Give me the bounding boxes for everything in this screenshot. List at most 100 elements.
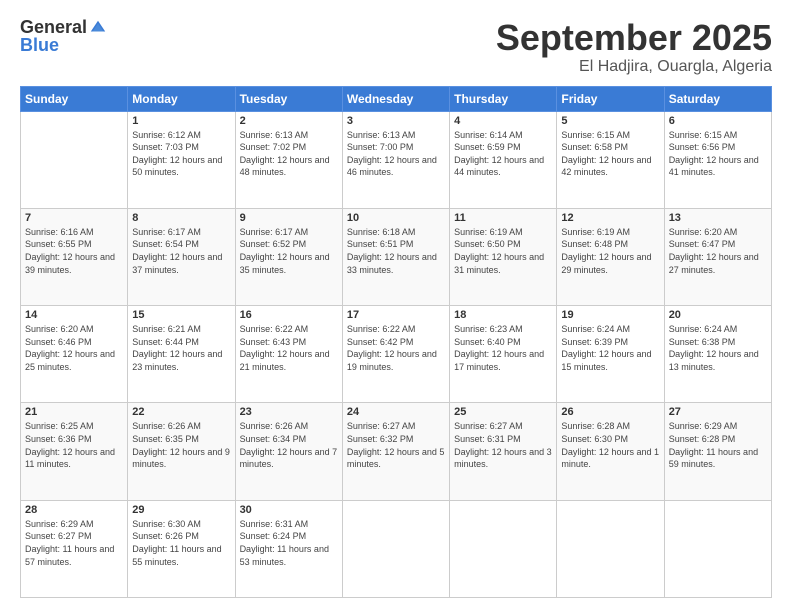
day-info: Sunrise: 6:22 AMSunset: 6:43 PMDaylight:…	[240, 323, 338, 373]
calendar-week-row: 14 Sunrise: 6:20 AMSunset: 6:46 PMDayligh…	[21, 306, 772, 403]
calendar-cell: 26 Sunrise: 6:28 AMSunset: 6:30 PMDayligh…	[557, 403, 664, 500]
calendar-cell	[557, 500, 664, 597]
top-section: General Blue September 2025 El Hadjira, …	[20, 18, 772, 76]
day-number: 16	[240, 309, 338, 321]
calendar-cell: 29 Sunrise: 6:30 AMSunset: 6:26 PMDayligh…	[128, 500, 235, 597]
calendar-cell: 9 Sunrise: 6:17 AMSunset: 6:52 PMDaylight…	[235, 208, 342, 305]
day-number: 27	[669, 406, 767, 418]
calendar-cell	[664, 500, 771, 597]
day-info: Sunrise: 6:12 AMSunset: 7:03 PMDaylight:…	[132, 129, 230, 179]
day-number: 13	[669, 212, 767, 224]
day-info: Sunrise: 6:30 AMSunset: 6:26 PMDaylight:…	[132, 518, 230, 568]
day-info: Sunrise: 6:24 AMSunset: 6:39 PMDaylight:…	[561, 323, 659, 373]
day-info: Sunrise: 6:23 AMSunset: 6:40 PMDaylight:…	[454, 323, 552, 373]
weekday-header-friday: Friday	[557, 86, 664, 111]
day-number: 12	[561, 212, 659, 224]
calendar-cell	[21, 111, 128, 208]
logo: General Blue	[20, 18, 107, 54]
day-info: Sunrise: 6:15 AMSunset: 6:56 PMDaylight:…	[669, 129, 767, 179]
day-number: 23	[240, 406, 338, 418]
calendar-cell: 25Sunrise: 6:27 AMSunset: 6:31 PMDayligh…	[450, 403, 557, 500]
day-info: Sunrise: 6:20 AMSunset: 6:46 PMDaylight:…	[25, 323, 123, 373]
day-number: 2	[240, 115, 338, 127]
day-info: Sunrise: 6:14 AMSunset: 6:59 PMDaylight:…	[454, 129, 552, 179]
weekday-header-row: SundayMondayTuesdayWednesdayThursdayFrid…	[21, 86, 772, 111]
calendar-cell: 10Sunrise: 6:18 AMSunset: 6:51 PMDayligh…	[342, 208, 449, 305]
day-number: 24	[347, 406, 445, 418]
calendar-week-row: 7 Sunrise: 6:16 AMSunset: 6:55 PMDaylight…	[21, 208, 772, 305]
calendar-cell: 5 Sunrise: 6:15 AMSunset: 6:58 PMDaylight…	[557, 111, 664, 208]
day-number: 30	[240, 504, 338, 516]
calendar-cell: 15Sunrise: 6:21 AMSunset: 6:44 PMDayligh…	[128, 306, 235, 403]
day-info: Sunrise: 6:27 AMSunset: 6:32 PMDaylight:…	[347, 420, 445, 470]
calendar-cell: 14 Sunrise: 6:20 AMSunset: 6:46 PMDayligh…	[21, 306, 128, 403]
calendar-cell: 19Sunrise: 6:24 AMSunset: 6:39 PMDayligh…	[557, 306, 664, 403]
day-number: 14	[25, 309, 123, 321]
logo-general: General	[20, 18, 87, 36]
day-info: Sunrise: 6:17 AMSunset: 6:52 PMDaylight:…	[240, 226, 338, 276]
day-info: Sunrise: 6:19 AMSunset: 6:48 PMDaylight:…	[561, 226, 659, 276]
day-number: 21	[25, 406, 123, 418]
calendar-cell: 12 Sunrise: 6:19 AMSunset: 6:48 PMDayligh…	[557, 208, 664, 305]
day-info: Sunrise: 6:28 AMSunset: 6:30 PMDaylight:…	[561, 420, 659, 470]
day-number: 18	[454, 309, 552, 321]
calendar-cell: 21 Sunrise: 6:25 AMSunset: 6:36 PMDayligh…	[21, 403, 128, 500]
calendar-cell	[450, 500, 557, 597]
day-number: 7	[25, 212, 123, 224]
logo-icon	[89, 18, 107, 36]
calendar-week-row: 21 Sunrise: 6:25 AMSunset: 6:36 PMDayligh…	[21, 403, 772, 500]
weekday-header-monday: Monday	[128, 86, 235, 111]
day-number: 15	[132, 309, 230, 321]
calendar-cell: 7 Sunrise: 6:16 AMSunset: 6:55 PMDaylight…	[21, 208, 128, 305]
day-number: 5	[561, 115, 659, 127]
day-number: 10	[347, 212, 445, 224]
day-number: 25	[454, 406, 552, 418]
calendar-cell: 28Sunrise: 6:29 AMSunset: 6:27 PMDayligh…	[21, 500, 128, 597]
calendar-cell: 17 Sunrise: 6:22 AMSunset: 6:42 PMDayligh…	[342, 306, 449, 403]
day-number: 8	[132, 212, 230, 224]
calendar-cell: 3Sunrise: 6:13 AMSunset: 7:00 PMDaylight…	[342, 111, 449, 208]
day-info: Sunrise: 6:29 AMSunset: 6:28 PMDaylight:…	[669, 420, 767, 470]
calendar-page: General Blue September 2025 El Hadjira, …	[0, 0, 792, 612]
day-info: Sunrise: 6:26 AMSunset: 6:34 PMDaylight:…	[240, 420, 338, 470]
calendar-cell: 2 Sunrise: 6:13 AMSunset: 7:02 PMDaylight…	[235, 111, 342, 208]
day-info: Sunrise: 6:17 AMSunset: 6:54 PMDaylight:…	[132, 226, 230, 276]
calendar-cell: 30Sunrise: 6:31 AMSunset: 6:24 PMDayligh…	[235, 500, 342, 597]
weekday-header-sunday: Sunday	[21, 86, 128, 111]
calendar-cell: 1 Sunrise: 6:12 AMSunset: 7:03 PMDaylight…	[128, 111, 235, 208]
day-number: 1	[132, 115, 230, 127]
day-info: Sunrise: 6:15 AMSunset: 6:58 PMDaylight:…	[561, 129, 659, 179]
day-info: Sunrise: 6:25 AMSunset: 6:36 PMDaylight:…	[25, 420, 123, 470]
day-number: 17	[347, 309, 445, 321]
calendar-table: SundayMondayTuesdayWednesdayThursdayFrid…	[20, 86, 772, 598]
calendar-week-row: 1 Sunrise: 6:12 AMSunset: 7:03 PMDaylight…	[21, 111, 772, 208]
calendar-cell: 13 Sunrise: 6:20 AMSunset: 6:47 PMDayligh…	[664, 208, 771, 305]
day-number: 4	[454, 115, 552, 127]
day-info: Sunrise: 6:22 AMSunset: 6:42 PMDaylight:…	[347, 323, 445, 373]
calendar-cell: 4 Sunrise: 6:14 AMSunset: 6:59 PMDaylight…	[450, 111, 557, 208]
calendar-cell: 11 Sunrise: 6:19 AMSunset: 6:50 PMDayligh…	[450, 208, 557, 305]
day-number: 26	[561, 406, 659, 418]
calendar-cell	[342, 500, 449, 597]
day-info: Sunrise: 6:20 AMSunset: 6:47 PMDaylight:…	[669, 226, 767, 276]
calendar-cell: 23 Sunrise: 6:26 AMSunset: 6:34 PMDayligh…	[235, 403, 342, 500]
day-number: 20	[669, 309, 767, 321]
weekday-header-saturday: Saturday	[664, 86, 771, 111]
day-number: 6	[669, 115, 767, 127]
day-info: Sunrise: 6:16 AMSunset: 6:55 PMDaylight:…	[25, 226, 123, 276]
calendar-cell: 6 Sunrise: 6:15 AMSunset: 6:56 PMDaylight…	[664, 111, 771, 208]
calendar-cell: 18 Sunrise: 6:23 AMSunset: 6:40 PMDayligh…	[450, 306, 557, 403]
logo-blue: Blue	[20, 36, 59, 54]
location-title: El Hadjira, Ouargla, Algeria	[496, 58, 772, 76]
day-info: Sunrise: 6:13 AMSunset: 7:02 PMDaylight:…	[240, 129, 338, 179]
day-number: 9	[240, 212, 338, 224]
day-number: 3	[347, 115, 445, 127]
calendar-week-row: 28Sunrise: 6:29 AMSunset: 6:27 PMDayligh…	[21, 500, 772, 597]
day-info: Sunrise: 6:19 AMSunset: 6:50 PMDaylight:…	[454, 226, 552, 276]
calendar-cell: 8 Sunrise: 6:17 AMSunset: 6:54 PMDaylight…	[128, 208, 235, 305]
calendar-cell: 22Sunrise: 6:26 AMSunset: 6:35 PMDayligh…	[128, 403, 235, 500]
day-info: Sunrise: 6:24 AMSunset: 6:38 PMDaylight:…	[669, 323, 767, 373]
weekday-header-thursday: Thursday	[450, 86, 557, 111]
day-number: 29	[132, 504, 230, 516]
day-number: 11	[454, 212, 552, 224]
